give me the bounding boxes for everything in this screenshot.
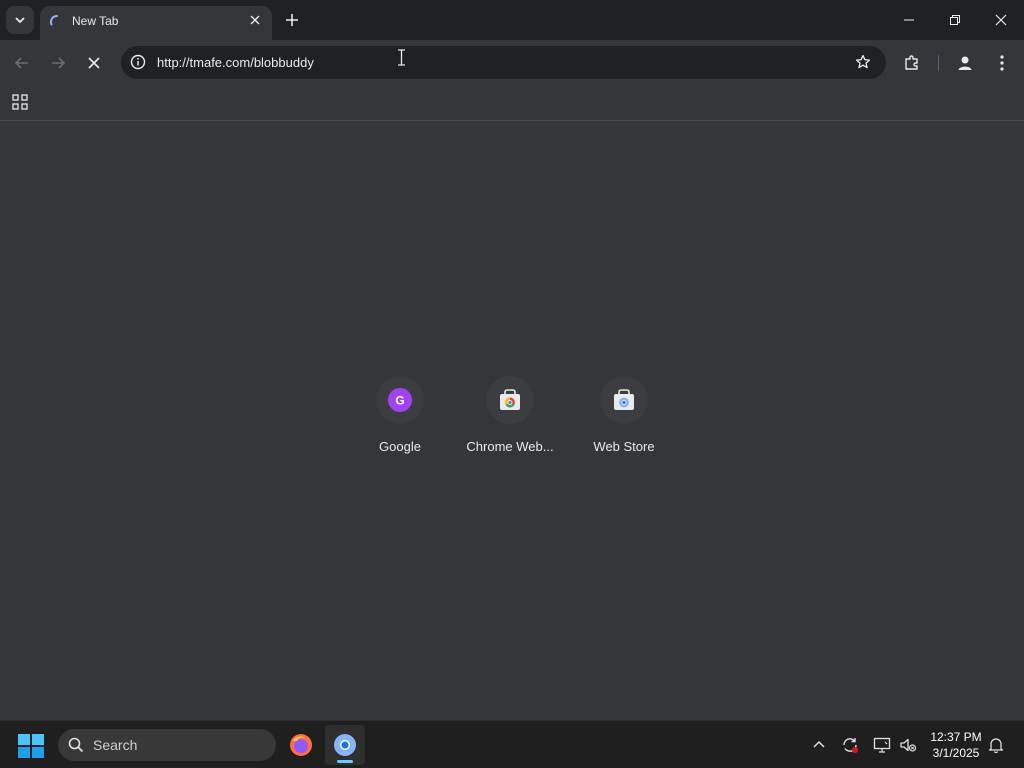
- monitor-network-icon: [873, 737, 891, 753]
- more-vertical-icon: [1000, 55, 1004, 71]
- sync-icon: [843, 738, 858, 753]
- arrow-right-icon: [52, 57, 66, 69]
- taskbar-app-firefox[interactable]: [281, 725, 321, 765]
- new-tab-page: G Google Chrome Web... Web Store: [0, 121, 1024, 720]
- url-text[interactable]: http://tmafe.com/blobbuddy: [157, 55, 314, 70]
- notifications-button[interactable]: [986, 735, 1006, 755]
- back-button[interactable]: [8, 49, 36, 77]
- tab-title: New Tab: [72, 14, 119, 28]
- taskbar-search-box[interactable]: Search: [58, 729, 276, 761]
- site-info-button[interactable]: [129, 53, 147, 71]
- close-tab-button[interactable]: [246, 11, 264, 29]
- google-favicon: G: [388, 388, 412, 412]
- speaker-muted-icon: [900, 738, 917, 752]
- close-window-button[interactable]: [978, 0, 1024, 40]
- search-icon: [68, 737, 84, 753]
- tab-strip: New Tab: [0, 0, 1024, 40]
- tab-search-button[interactable]: [6, 6, 34, 34]
- close-icon: [995, 14, 1007, 26]
- firefox-icon: [290, 734, 312, 756]
- toolbar-divider: [938, 55, 939, 71]
- taskbar-search-label: Search: [93, 737, 138, 753]
- apps-grid-icon: [12, 94, 28, 110]
- desktop: New Tab http://tmafe.com/blobbuddy G Goo…: [0, 0, 1024, 768]
- system-clock[interactable]: 12:37 PM 3/1/2025: [924, 729, 988, 761]
- shortcut-icon-container: [600, 376, 648, 424]
- chevron-down-icon: [15, 17, 25, 24]
- shortcut-tile-chrome-web-store[interactable]: Chrome Web...: [454, 376, 566, 462]
- shortcut-tile-google[interactable]: G Google: [344, 376, 456, 462]
- arrow-left-icon: [14, 57, 28, 69]
- restore-icon: [950, 15, 960, 25]
- clock-time: 12:37 PM: [930, 730, 982, 744]
- shortcut-label: Web Store: [593, 439, 655, 454]
- forward-button[interactable]: [44, 49, 72, 77]
- network-status-button[interactable]: [872, 735, 892, 755]
- loading-spinner-icon: [49, 14, 58, 26]
- star-icon: [855, 54, 871, 69]
- active-app-indicator: [337, 760, 353, 763]
- stop-loading-button[interactable]: [80, 49, 108, 77]
- sync-status-button[interactable]: [840, 735, 860, 755]
- text-cursor-icon: [398, 49, 405, 66]
- shortcut-label: Chrome Web...: [466, 439, 554, 454]
- taskbar-app-chrome[interactable]: [325, 725, 365, 765]
- minimize-button[interactable]: [886, 0, 932, 40]
- person-icon: [958, 56, 972, 70]
- profile-button[interactable]: [951, 49, 979, 77]
- close-icon: [88, 57, 100, 69]
- puzzle-piece-icon: [905, 55, 918, 70]
- new-tab-button[interactable]: [282, 10, 302, 30]
- info-icon: [130, 54, 146, 70]
- browser-toolbar: http://tmafe.com/blobbuddy: [0, 40, 1024, 86]
- show-hidden-icons-button[interactable]: [809, 735, 829, 755]
- svg-text:G: G: [395, 394, 404, 408]
- restore-button[interactable]: [932, 0, 978, 40]
- bell-icon: [988, 738, 1004, 753]
- chevron-up-icon: [813, 740, 825, 748]
- chrome-web-store-icon: [500, 389, 520, 410]
- plus-icon: [286, 14, 298, 26]
- address-bar[interactable]: http://tmafe.com/blobbuddy: [121, 46, 886, 79]
- chrome-icon: [334, 734, 356, 756]
- web-store-icon: [614, 389, 634, 410]
- clock-date: 3/1/2025: [932, 746, 980, 760]
- bookmark-star-button[interactable]: [854, 53, 872, 71]
- windows-taskbar: Search 12:37 PM 3/1/2025: [0, 720, 1024, 768]
- windows-start-icon[interactable]: [17, 733, 45, 759]
- shortcut-tile-web-store[interactable]: Web Store: [568, 376, 680, 462]
- menu-button[interactable]: [988, 49, 1016, 77]
- volume-button[interactable]: [898, 735, 918, 755]
- shortcut-icon-container: G: [376, 376, 424, 424]
- bookmarks-bar: [0, 86, 1024, 121]
- shortcut-label: Google: [379, 439, 421, 454]
- minimize-icon: [904, 19, 914, 21]
- browser-tab[interactable]: New Tab: [40, 6, 272, 40]
- extensions-button[interactable]: [898, 49, 926, 77]
- apps-button[interactable]: [9, 91, 31, 113]
- shortcut-icon-container: [486, 376, 534, 424]
- close-icon: [250, 15, 260, 25]
